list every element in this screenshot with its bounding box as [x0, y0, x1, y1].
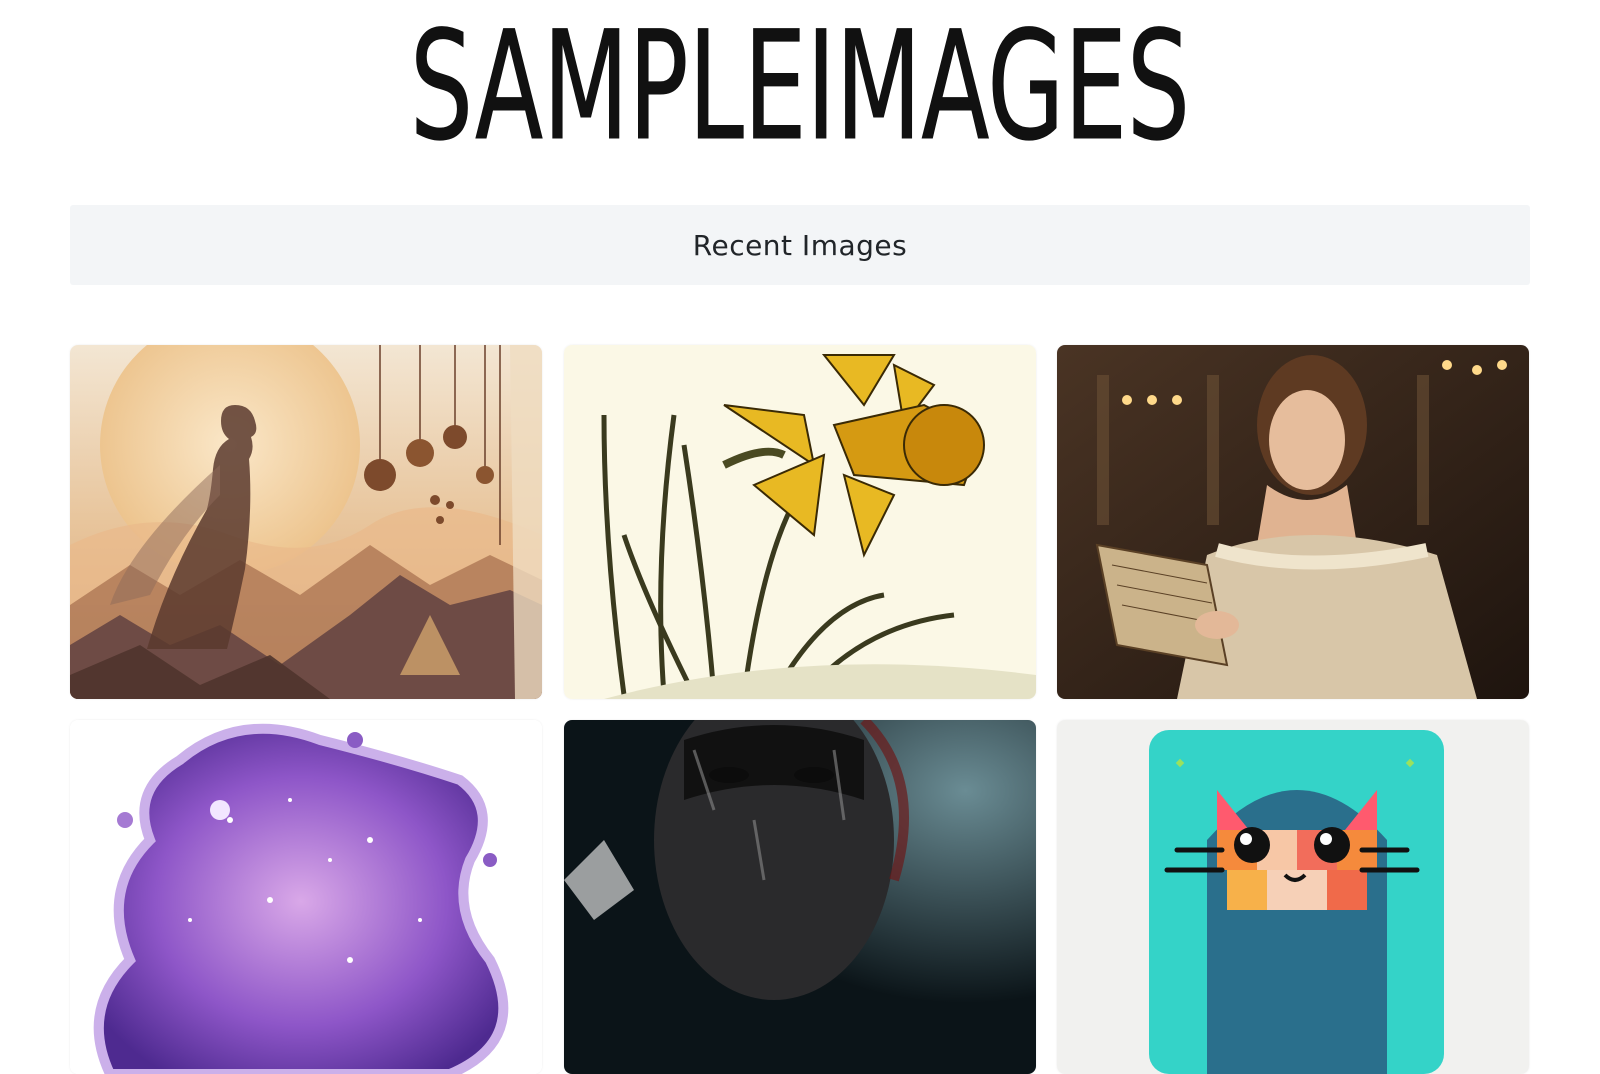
daffodil-image: [564, 345, 1036, 699]
site-logo[interactable]: SAMPLEIMAGES: [0, 0, 1600, 160]
gallery-image-watercolor-silhouette[interactable]: [70, 345, 542, 699]
gallery-image-dark-face[interactable]: [564, 720, 1036, 1074]
logo-text: SAMPLEIMAGES: [410, 0, 1190, 160]
gallery-image-woman-reading[interactable]: [1057, 345, 1529, 699]
galaxy-splash-image: [70, 720, 542, 1074]
gallery-image-galaxy-splash[interactable]: [70, 720, 542, 1074]
recent-images-bar: Recent Images: [70, 205, 1530, 285]
gallery-image-daffodil[interactable]: [564, 345, 1036, 699]
gallery-image-geometric-cat[interactable]: [1057, 720, 1529, 1074]
section-heading: Recent Images: [692, 228, 908, 262]
geometric-cat-image: [1057, 720, 1529, 1074]
watercolor-silhouette-image: [70, 345, 542, 699]
dark-face-image: [564, 720, 1036, 1074]
woman-reading-image: [1057, 345, 1529, 699]
